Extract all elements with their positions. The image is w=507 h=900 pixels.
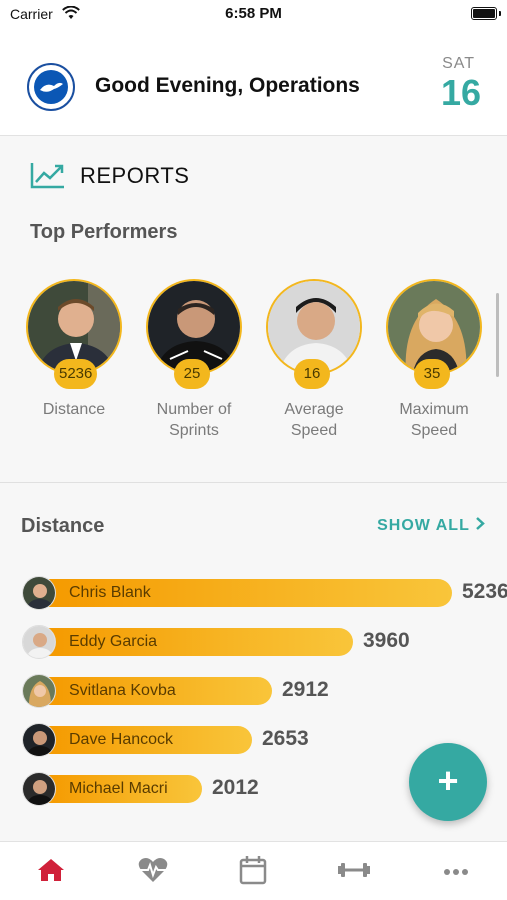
- athlete-name: Michael Macri: [69, 780, 168, 797]
- reports-section: REPORTS Top Performers 5236 Distance 25 …: [0, 137, 507, 483]
- clock-label: 6:58 PM: [225, 5, 282, 22]
- distance-value: 2653: [262, 727, 309, 750]
- trending-up-icon: [30, 161, 66, 194]
- performer-average-speed[interactable]: 16 Average Speed: [256, 279, 366, 449]
- athlete-name: Dave Hancock: [69, 731, 174, 748]
- day-name: SAT: [442, 55, 475, 72]
- performer-value-badge: 5236: [54, 359, 98, 389]
- athlete-name: Svitlana Kovba: [69, 682, 176, 699]
- performer-value-badge: 35: [414, 359, 450, 389]
- home-icon: [37, 857, 65, 888]
- performer-value-badge: 16: [294, 359, 330, 389]
- distance-value: 5236: [462, 580, 507, 603]
- battery-icon: [471, 7, 497, 20]
- list-item[interactable]: Svitlana Kovba 2912: [22, 674, 502, 708]
- chevron-right-icon: [475, 517, 485, 534]
- list-item[interactable]: Eddy Garcia 3960: [22, 625, 502, 659]
- top-performers-title: Top Performers: [30, 221, 178, 243]
- list-item[interactable]: Chris Blank 5236: [22, 576, 507, 610]
- reports-title: REPORTS: [80, 163, 190, 188]
- performer-label: Distance: [42, 401, 106, 418]
- show-all-label: SHOW ALL: [377, 517, 470, 534]
- day-number: 16: [440, 72, 481, 113]
- club-logo: [27, 63, 75, 111]
- tab-calendar[interactable]: [233, 855, 273, 890]
- distance-value: 3960: [363, 629, 410, 652]
- avatar: [22, 625, 56, 659]
- tab-bar: [0, 841, 507, 900]
- tab-health[interactable]: [133, 856, 173, 888]
- battery-tip: [499, 11, 501, 16]
- avatar: [22, 674, 56, 708]
- performer-label: Maximum Speed: [399, 401, 469, 439]
- more-icon: [443, 863, 469, 881]
- distance-value: 2912: [282, 678, 329, 701]
- dumbbell-icon: [338, 860, 370, 885]
- avatar: [22, 576, 56, 610]
- athlete-name: Eddy Garcia: [69, 633, 158, 650]
- performer-value-badge: 25: [174, 359, 210, 389]
- tab-workouts[interactable]: [334, 856, 374, 888]
- scrollbar[interactable]: [496, 293, 499, 377]
- tab-home[interactable]: [31, 856, 71, 888]
- distance-value: 2012: [212, 776, 259, 799]
- app-header: Good Evening, Operations SAT 16: [0, 30, 507, 136]
- show-all-button[interactable]: SHOW ALL: [377, 517, 485, 535]
- greeting-title: Good Evening, Operations: [95, 74, 360, 97]
- performer-label: Number of Sprints: [156, 401, 232, 439]
- heart-pulse-icon: [137, 856, 169, 889]
- performer-max-speed[interactable]: 35 Maximum Speed: [376, 279, 486, 449]
- distance-title: Distance: [21, 515, 105, 537]
- status-bar: Carrier 6:58 PM: [0, 0, 507, 30]
- calendar-icon: [239, 855, 267, 890]
- tab-more[interactable]: [436, 856, 476, 888]
- performer-label: Average Speed: [284, 401, 344, 439]
- performer-distance[interactable]: 5236 Distance: [16, 279, 126, 449]
- avatar: [22, 772, 56, 806]
- athlete-name: Chris Blank: [69, 584, 151, 601]
- performer-sprints[interactable]: 25 Number of Sprints: [136, 279, 246, 449]
- add-button[interactable]: +: [409, 743, 487, 821]
- avatar: [22, 723, 56, 757]
